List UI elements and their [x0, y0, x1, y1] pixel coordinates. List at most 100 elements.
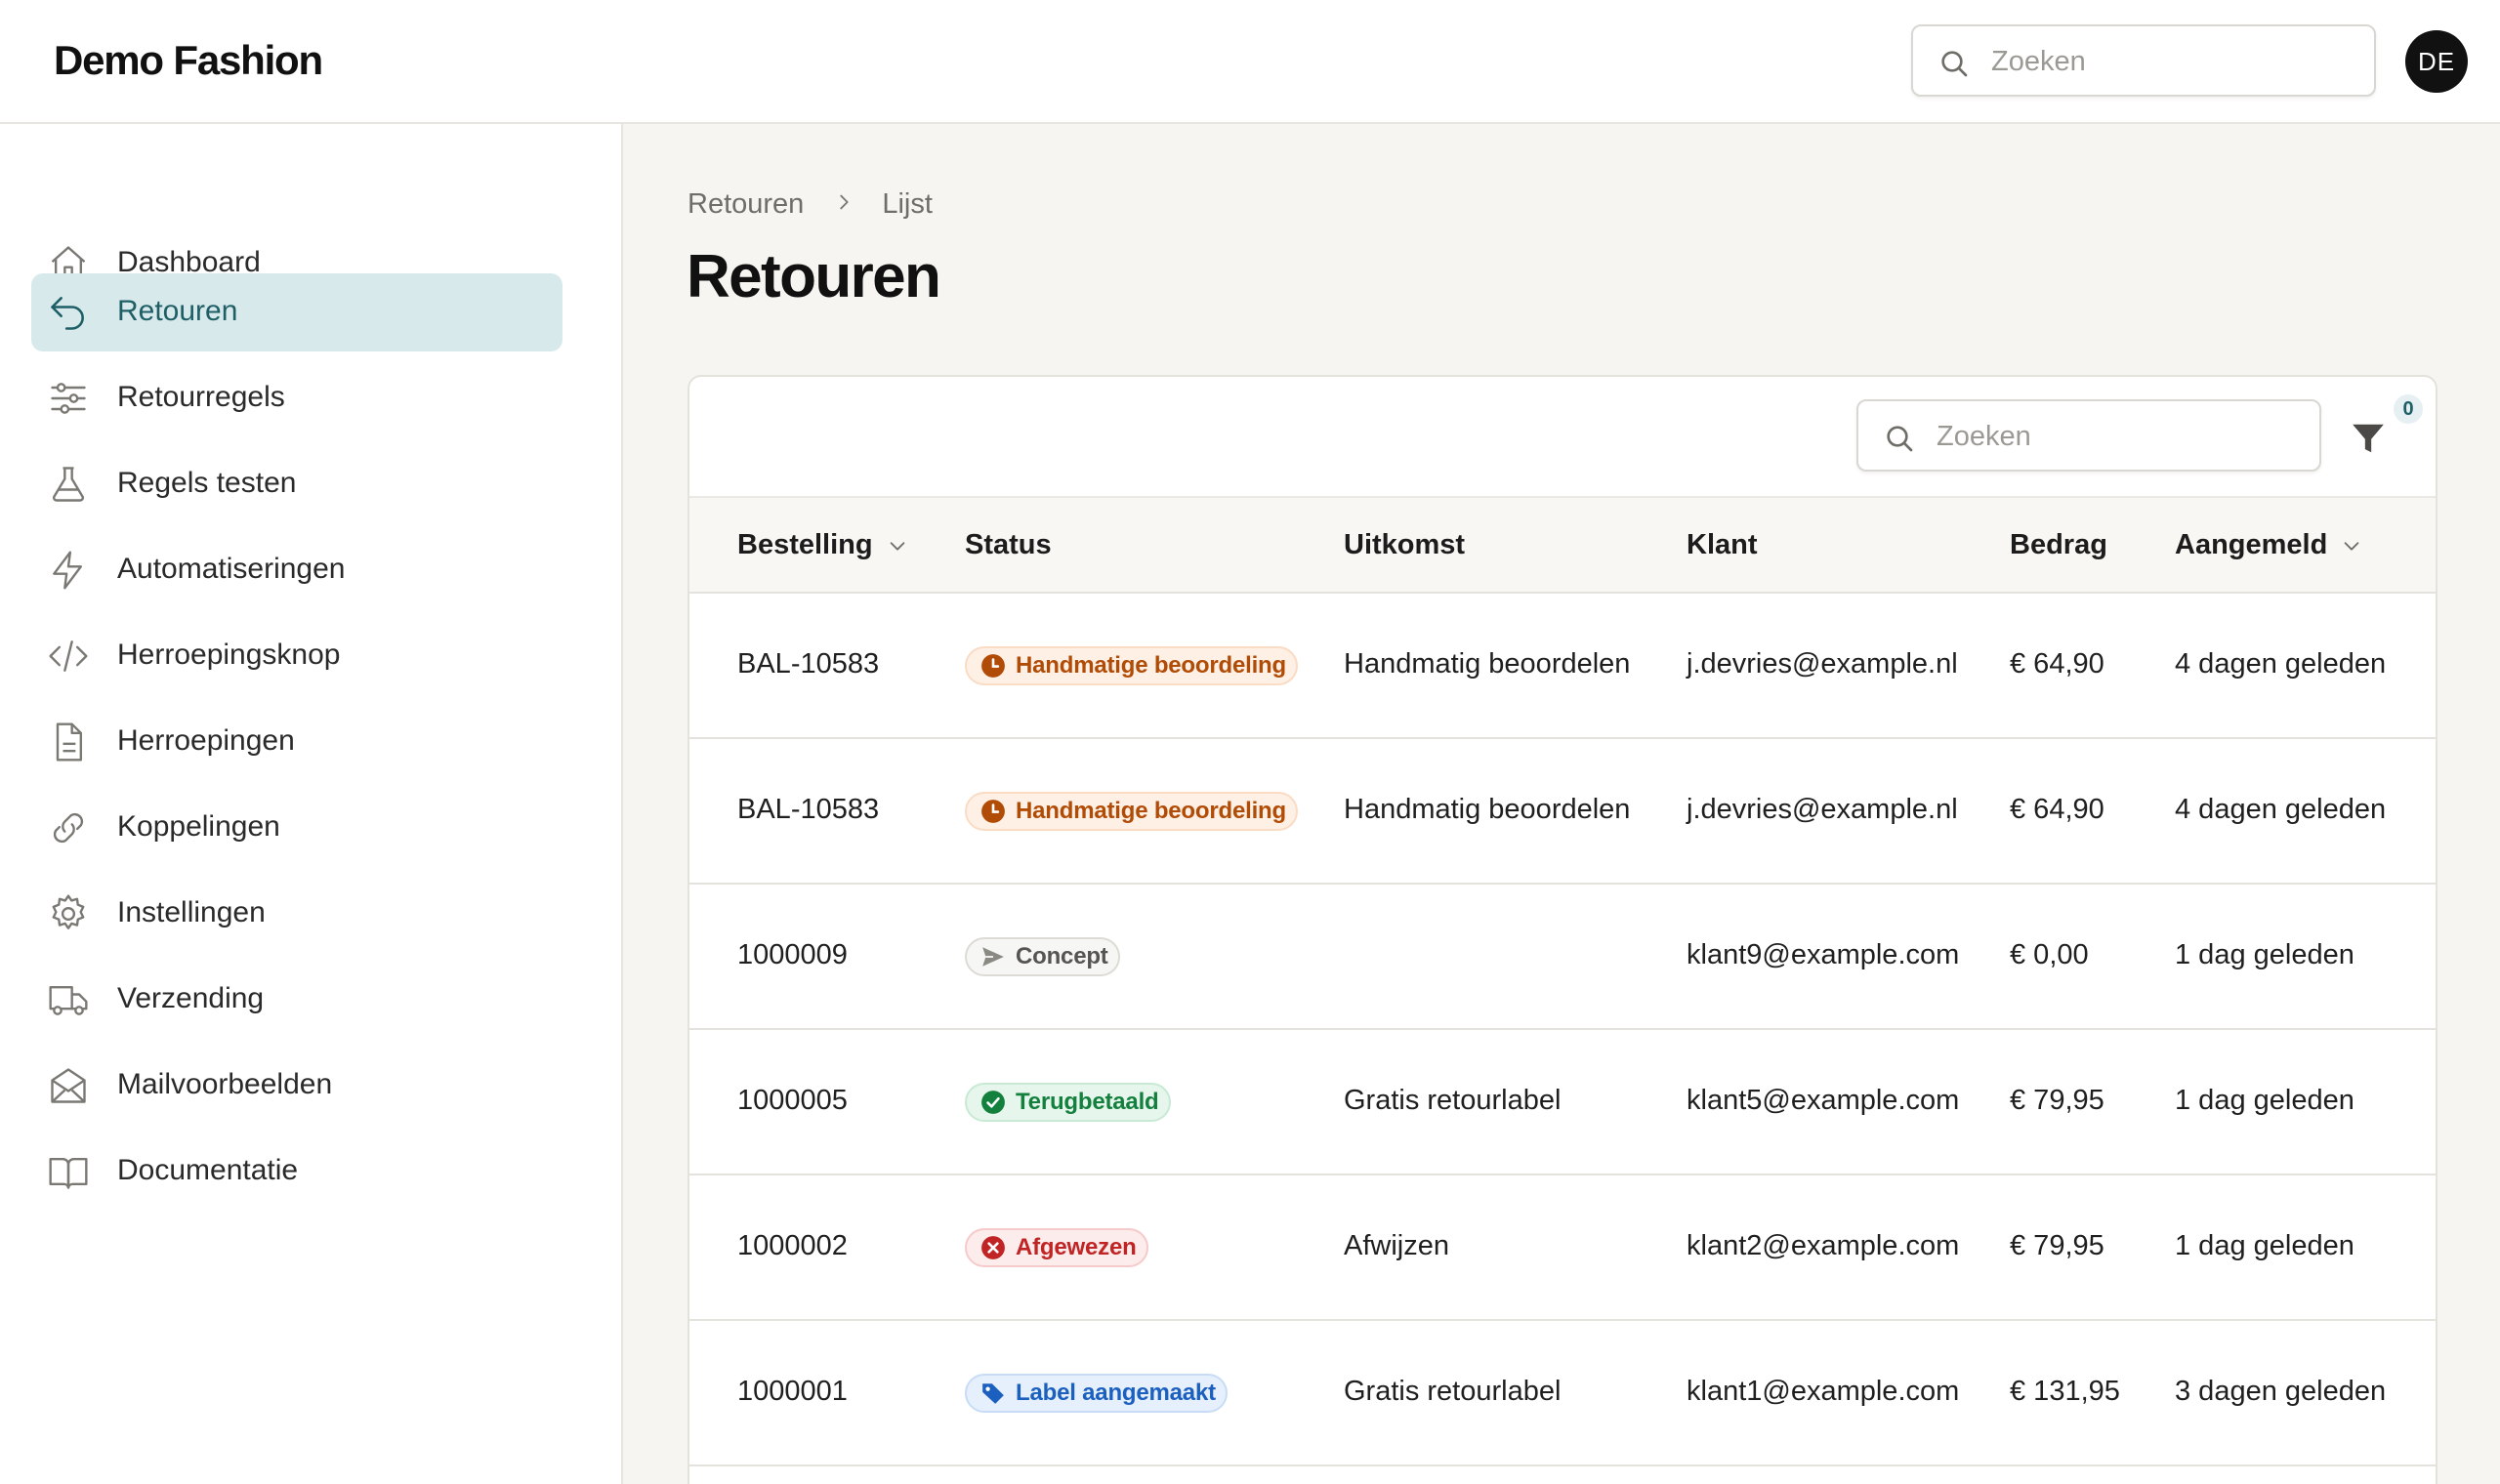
- status-badge: Label aangemaakt: [965, 1374, 1228, 1413]
- column-header-label: Bedrag: [2010, 529, 2107, 560]
- sidebar-item-label: Regels testen: [117, 467, 297, 499]
- customer-email: klant1@example.com: [1687, 1376, 1960, 1407]
- sidebar: Dashboard Retouren Retourregels Regels t…: [0, 124, 623, 1484]
- envelope-icon: [51, 1068, 86, 1103]
- column-header-label: Klant: [1687, 529, 1758, 560]
- status-badge: Handmatige beoordeling: [965, 646, 1298, 685]
- table-row[interactable]: BAL-10583 Handmatige beoordeling Handmat…: [689, 739, 2436, 885]
- column-header-customer: Klant: [1687, 529, 1758, 561]
- global-search[interactable]: [1911, 24, 2376, 97]
- column-header-status: Status: [965, 529, 1052, 561]
- book-icon: [49, 1157, 88, 1189]
- return-arrow-icon: [51, 297, 84, 330]
- customer-email: j.devries@example.nl: [1687, 794, 1958, 825]
- breadcrumb-link-retouren[interactable]: Retouren: [688, 188, 804, 221]
- sidebar-item-regels-testen[interactable]: Regels testen: [31, 445, 562, 523]
- flask-icon: [53, 467, 84, 502]
- clock-icon: [981, 654, 1005, 678]
- sidebar-item-documentatie[interactable]: Documentatie: [31, 1133, 562, 1211]
- outcome: Gratis retourlabel: [1344, 1376, 1562, 1407]
- code-icon: [49, 640, 88, 672]
- status-badge: Afgewezen: [965, 1228, 1148, 1267]
- status-label: Handmatige beoordeling: [1016, 652, 1286, 679]
- table-row[interactable]: 1000001 Label aangemaakt Gratis retourla…: [689, 1321, 2436, 1466]
- registered-time: 4 dagen geleden: [2175, 794, 2387, 825]
- sidebar-item-automatiseringen[interactable]: Automatiseringen: [31, 531, 562, 609]
- column-header-order[interactable]: Bestelling: [737, 529, 908, 561]
- amount: € 64,90: [2010, 648, 2104, 680]
- column-header-label: Bestelling: [737, 529, 873, 560]
- link-icon: [53, 812, 84, 844]
- breadcrumb: Retouren Lijst: [688, 188, 933, 221]
- order-number: BAL-10583: [737, 648, 880, 680]
- outcome: Gratis retourlabel: [1344, 1085, 1562, 1116]
- status-label: Handmatige beoordeling: [1016, 798, 1286, 824]
- registered-time: 3 dagen geleden: [2175, 1376, 2387, 1407]
- sidebar-item-label: Instellingen: [117, 896, 266, 928]
- order-number: BAL-10583: [737, 794, 880, 825]
- top-bar: Demo Fashion DE: [0, 0, 2500, 124]
- order-number: 1000002: [737, 1230, 848, 1261]
- customer-email: klant5@example.com: [1687, 1085, 1960, 1116]
- status-label: Terugbetaald: [1016, 1089, 1159, 1115]
- amount: € 0,00: [2010, 939, 2089, 970]
- sidebar-item-label: Retourregels: [117, 381, 285, 413]
- table-row[interactable]: BAL-10583 Handmatige beoordeling Handmat…: [689, 594, 2436, 739]
- table-row[interactable]: 1000009 Concept klant9@example.com € 0,0…: [689, 885, 2436, 1030]
- sidebar-item-mailvoorbeelden[interactable]: Mailvoorbeelden: [31, 1047, 562, 1125]
- outcome: Afwijzen: [1344, 1230, 1449, 1261]
- registered-time: 1 dag geleden: [2175, 1085, 2354, 1116]
- sidebar-item-label: Koppelingen: [117, 810, 280, 843]
- table-row[interactable]: 1000002 Afgewezen Afwijzen klant2@exampl…: [689, 1175, 2436, 1321]
- document-icon: [56, 722, 83, 762]
- check-circle-icon: [981, 1091, 1005, 1114]
- sidebar-item-herroepingen[interactable]: Herroepingen: [31, 703, 562, 781]
- sidebar-item-label: Retouren: [117, 295, 238, 327]
- sidebar-item-label: Verzending: [117, 982, 265, 1014]
- sidebar-item-label: Documentatie: [117, 1154, 299, 1186]
- column-header-outcome: Uitkomst: [1344, 529, 1465, 561]
- outcome: Handmatig beoordelen: [1344, 648, 1631, 680]
- status-label: Afgewezen: [1016, 1234, 1137, 1260]
- sidebar-item-herroepingsknop[interactable]: Herroepingsknop: [31, 617, 562, 695]
- order-number: 1000005: [737, 1085, 848, 1116]
- filter-count-badge: 0: [2392, 392, 2425, 426]
- chevron-down-icon: [890, 541, 904, 551]
- sidebar-item-verzending[interactable]: Verzending: [31, 961, 562, 1039]
- column-header-registered[interactable]: Aangemeld: [2175, 529, 2362, 561]
- avatar[interactable]: DE: [2405, 30, 2468, 93]
- registered-time: 1 dag geleden: [2175, 1230, 2354, 1261]
- sidebar-item-label: Mailvoorbeelden: [117, 1068, 333, 1100]
- sidebar-item-label: Herroepingen: [117, 724, 295, 757]
- amount: € 131,95: [2010, 1376, 2120, 1407]
- clock-icon: [981, 800, 1005, 823]
- customer-email: klant9@example.com: [1687, 939, 1960, 970]
- sidebar-item-instellingen[interactable]: Instellingen: [31, 875, 562, 953]
- table-header: Bestelling Status Uitkomst Klant Bedrag …: [689, 496, 2436, 594]
- column-header-label: Aangemeld: [2175, 529, 2328, 560]
- status-badge: Terugbetaald: [965, 1083, 1171, 1122]
- search-icon: [1941, 51, 1968, 77]
- filter-icon: [2353, 424, 2384, 453]
- brand-logo[interactable]: Demo Fashion: [54, 37, 323, 84]
- column-header-amount: Bedrag: [2010, 529, 2107, 561]
- sidebar-item-koppelingen[interactable]: Koppelingen: [31, 789, 562, 867]
- lightning-icon: [53, 551, 83, 590]
- status-label: Concept: [1016, 943, 1108, 969]
- x-circle-icon: [981, 1236, 1005, 1259]
- sidebar-item-retouren[interactable]: Retouren: [31, 273, 562, 351]
- registered-time: 1 dag geleden: [2175, 939, 2354, 970]
- status-badge: Handmatige beoordeling: [965, 792, 1298, 831]
- table-row[interactable]: 1000005 Terugbetaald Gratis retourlabel …: [689, 1030, 2436, 1175]
- sidebar-item-label: Automatiseringen: [117, 553, 346, 585]
- status-label: Label aangemaakt: [1016, 1380, 1216, 1406]
- sidebar-item-retourregels[interactable]: Retourregels: [31, 359, 562, 437]
- order-number: 1000009: [737, 939, 848, 970]
- search-icon: [1887, 426, 1913, 452]
- table-search[interactable]: [1856, 399, 2321, 472]
- global-search-input[interactable]: [1991, 38, 2353, 85]
- outcome: Handmatig beoordelen: [1344, 794, 1631, 825]
- gear-icon: [52, 894, 85, 929]
- table-search-input[interactable]: [1937, 413, 2298, 460]
- sidebar-item-label: Herroepingsknop: [117, 639, 341, 671]
